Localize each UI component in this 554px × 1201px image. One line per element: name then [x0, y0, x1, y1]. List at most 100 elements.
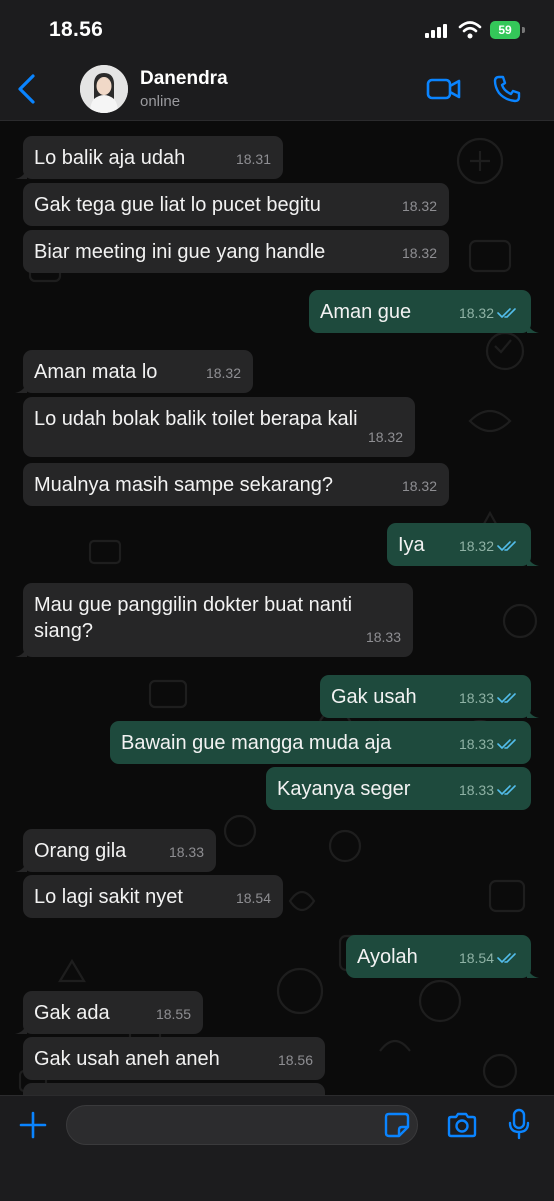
chat-header: Danendra online: [0, 62, 554, 121]
contact-name[interactable]: Danendra: [140, 68, 228, 90]
bubble-tail: [527, 554, 539, 566]
contact-status: online: [140, 93, 181, 110]
message-text: Mau gue panggilin dokter buat nanti sian…: [34, 594, 353, 642]
message-time: 18.54: [458, 950, 494, 966]
message-text: Lo balik aja udah: [34, 147, 186, 169]
message-time: 18.32: [401, 245, 437, 261]
camera-icon[interactable]: [446, 1111, 478, 1139]
message-text: Gak ada: [34, 1002, 110, 1024]
message-time: 18.32: [401, 478, 437, 494]
message-input-field[interactable]: [66, 1105, 418, 1146]
incoming-message[interactable]: Gak ada 18.55: [15, 991, 203, 1034]
wifi-icon: [458, 21, 482, 39]
message-text: Biar meeting ini gue yang handle: [34, 241, 326, 263]
chevron-left-icon[interactable]: [14, 72, 40, 106]
incoming-message[interactable]: Lo udah bolak balik toilet berapa kali 18…: [23, 397, 415, 457]
bubble-tail: [15, 1022, 27, 1034]
message-time: 18.54: [235, 890, 271, 906]
message-meta: 18.32: [402, 240, 437, 266]
plus-icon[interactable]: [18, 1110, 48, 1140]
double-check-read-icon: [497, 693, 516, 703]
message-time: 18.55: [155, 1006, 191, 1022]
message-text: Mualnya masih sampe sekarang?: [34, 474, 334, 496]
message-time: 18.33: [458, 736, 494, 752]
bubble-tail: [527, 966, 539, 978]
message-meta: 18.31: [236, 146, 271, 172]
sticker-icon[interactable]: [384, 1112, 410, 1138]
message-meta: 18.32: [402, 473, 437, 499]
message-meta: 18.56: [278, 1047, 313, 1073]
message-text: Ayolah: [357, 946, 418, 968]
message-text: Orang gila: [34, 840, 127, 862]
double-check-read-icon: [497, 785, 516, 795]
message-time: 18.31: [235, 151, 271, 167]
status-bar: 18.56 59: [0, 0, 554, 62]
message-text: Gak usah aneh aneh: [34, 1048, 220, 1070]
battery-nub: [522, 27, 525, 33]
double-check-read-icon: [497, 739, 516, 749]
double-check-read-icon: [497, 953, 516, 963]
incoming-message[interactable]: Aman mata lo 18.32: [15, 350, 253, 393]
bubble-tail: [15, 645, 27, 657]
message-text: Iya: [398, 534, 425, 556]
message-meta: 18.55: [156, 1001, 191, 1027]
bubble-tail: [15, 381, 27, 393]
chat-area[interactable]: Lo balik aja udah 18.31 Gak tega gue liat …: [0, 121, 554, 1095]
outgoing-message[interactable]: Bawain gue mangga muda aja 18.33: [110, 721, 531, 764]
message-input[interactable]: [81, 1106, 385, 1146]
outgoing-message[interactable]: Ayolah 18.54: [346, 935, 539, 978]
message-time: 18.32: [205, 365, 241, 381]
bubble-tail: [527, 706, 539, 718]
incoming-message[interactable]: Biar meeting ini gue yang handle 18.32: [23, 230, 449, 273]
message-time: 18.33: [168, 844, 204, 860]
message-text: Kayanya seger: [277, 778, 411, 800]
microphone-icon[interactable]: [507, 1108, 531, 1140]
battery-indicator: 59: [490, 21, 520, 39]
outgoing-message[interactable]: Kayanya seger 18.33: [266, 767, 531, 810]
message-meta: 18.32: [402, 193, 437, 219]
message-meta: 18.32: [368, 424, 403, 450]
message-text: Gak usah: [331, 686, 417, 708]
message-time: 18.33: [458, 690, 494, 706]
message-text: Bawain gue mangga muda aja: [121, 732, 392, 754]
message-time: 18.32: [367, 429, 403, 445]
message-meta: 18.33: [169, 839, 204, 865]
status-time: 18.56: [49, 18, 104, 41]
message-time: 18.32: [458, 538, 494, 554]
message-meta: 18.33: [459, 685, 519, 711]
avatar[interactable]: [80, 65, 128, 113]
message-text: Aman mata lo: [34, 361, 158, 383]
message-time: 18.56: [277, 1052, 313, 1068]
outgoing-message[interactable]: Aman gue 18.32: [309, 290, 539, 333]
cellular-signal-icon: [425, 24, 447, 38]
phone-icon[interactable]: [492, 74, 522, 104]
message-time: 18.33: [458, 782, 494, 798]
message-text: Gak tega gue liat lo pucet begitu: [34, 194, 321, 216]
message-meta: 18.32: [206, 360, 241, 386]
incoming-message[interactable]: Lo balik aja udah 18.31: [15, 136, 283, 179]
message-time: 18.32: [458, 305, 494, 321]
incoming-message-partial[interactable]: [23, 1083, 325, 1095]
incoming-message[interactable]: Lo lagi sakit nyet 18.54: [23, 875, 283, 918]
double-check-read-icon: [497, 308, 516, 318]
video-camera-icon[interactable]: [426, 75, 462, 103]
incoming-message[interactable]: Mualnya masih sampe sekarang? 18.32: [23, 463, 449, 506]
outgoing-message[interactable]: Gak usah 18.33: [320, 675, 539, 718]
incoming-message[interactable]: Gak usah aneh aneh 18.56: [23, 1037, 325, 1080]
outgoing-message[interactable]: Iya 18.32: [387, 523, 539, 566]
message-meta: 18.54: [459, 945, 519, 971]
message-meta: 18.33: [366, 624, 401, 650]
message-text: Lo lagi sakit nyet: [34, 886, 183, 908]
message-meta: 18.32: [459, 300, 519, 326]
bubble-tail: [15, 167, 27, 179]
bubble-tail: [15, 860, 27, 872]
incoming-message[interactable]: Orang gila 18.33: [15, 829, 216, 872]
message-text: Lo udah bolak balik toilet berapa kali: [34, 408, 358, 430]
message-time: 18.33: [365, 629, 401, 645]
bubble-tail: [527, 321, 539, 333]
compose-bar: [0, 1095, 554, 1201]
message-time: 18.32: [401, 198, 437, 214]
incoming-message[interactable]: Mau gue panggilin dokter buat nanti sian…: [15, 583, 413, 657]
incoming-message[interactable]: Gak tega gue liat lo pucet begitu 18.32: [23, 183, 449, 226]
message-text: Aman gue: [320, 301, 412, 323]
